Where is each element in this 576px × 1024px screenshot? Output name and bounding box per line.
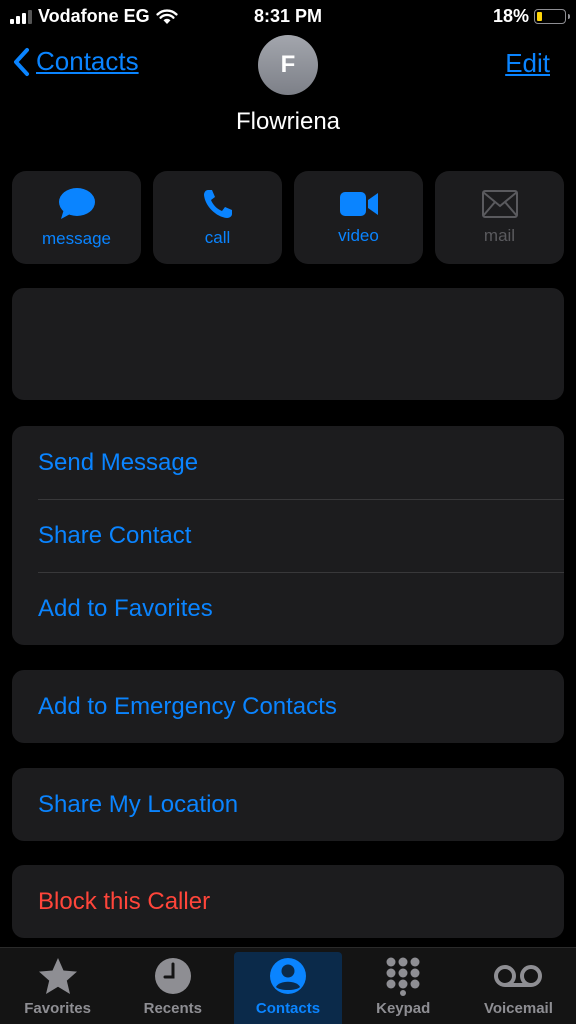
tab-bar: Favorites Recents Contacts Keypad Voicem… bbox=[0, 947, 576, 1024]
block-caller-row[interactable]: Block this Caller bbox=[12, 865, 564, 938]
status-bar: Vodafone EG 8:31 PM 18% bbox=[0, 0, 576, 32]
share-my-location-row[interactable]: Share My Location bbox=[12, 768, 564, 841]
phone-icon bbox=[203, 189, 232, 218]
block-group: Block this Caller bbox=[12, 865, 564, 938]
avatar-initial: F bbox=[280, 51, 296, 78]
avatar: F bbox=[258, 35, 318, 95]
video-action-button[interactable]: video bbox=[294, 171, 423, 264]
tab-keypad-label: Keypad bbox=[376, 1000, 431, 1017]
mail-action-button[interactable]: mail bbox=[435, 171, 564, 264]
tab-voicemail[interactable]: Voicemail bbox=[461, 948, 576, 1024]
add-to-emergency-contacts-row[interactable]: Add to Emergency Contacts bbox=[12, 670, 564, 743]
keypad-icon bbox=[386, 957, 420, 996]
tab-voicemail-label: Voicemail bbox=[483, 1000, 553, 1017]
location-group: Share My Location bbox=[12, 768, 564, 841]
add-to-favorites-row[interactable]: Add to Favorites bbox=[12, 572, 564, 645]
envelope-icon bbox=[481, 189, 518, 218]
battery-percent: 18% bbox=[492, 6, 529, 26]
tab-recents-label: Recents bbox=[143, 1000, 202, 1017]
message-action-label: message bbox=[42, 228, 111, 248]
video-camera-icon bbox=[339, 191, 378, 216]
contact-actions-group: Send Message Share Contact Add to Favori… bbox=[12, 426, 564, 645]
share-contact-row[interactable]: Share Contact bbox=[12, 499, 564, 572]
emergency-group: Add to Emergency Contacts bbox=[12, 670, 564, 743]
call-action-button[interactable]: call bbox=[153, 171, 282, 264]
tab-keypad[interactable]: Keypad bbox=[346, 948, 461, 1024]
message-action-button[interactable]: message bbox=[12, 171, 141, 264]
star-icon bbox=[38, 958, 77, 994]
battery-icon bbox=[534, 9, 570, 24]
tab-recents[interactable]: Recents bbox=[115, 948, 230, 1024]
contact-name: Flowriena bbox=[235, 108, 341, 135]
back-button[interactable]: Contacts bbox=[12, 46, 139, 77]
quick-actions: message call video mail bbox=[12, 171, 564, 264]
video-action-label: video bbox=[338, 225, 379, 245]
send-message-row[interactable]: Send Message bbox=[12, 426, 564, 499]
contact-info-card bbox=[12, 288, 564, 400]
tab-contacts[interactable]: Contacts bbox=[230, 948, 345, 1024]
call-action-label: call bbox=[204, 227, 231, 247]
voicemail-icon bbox=[494, 965, 543, 987]
person-circle-icon bbox=[270, 958, 306, 994]
tab-contacts-label: Contacts bbox=[255, 1000, 321, 1017]
tab-favorites-label: Favorites bbox=[24, 1000, 91, 1017]
message-bubble-icon bbox=[58, 187, 95, 219]
chevron-left-icon bbox=[14, 47, 29, 76]
clock-time: 8:31 PM bbox=[253, 6, 323, 26]
mail-action-label: mail bbox=[483, 225, 516, 245]
battery-fill bbox=[537, 12, 542, 21]
back-label: Contacts bbox=[36, 46, 139, 76]
edit-button[interactable]: Edit bbox=[505, 48, 550, 79]
clock-icon bbox=[154, 958, 191, 994]
status-right: 18% bbox=[492, 6, 570, 27]
tab-favorites[interactable]: Favorites bbox=[0, 948, 115, 1024]
